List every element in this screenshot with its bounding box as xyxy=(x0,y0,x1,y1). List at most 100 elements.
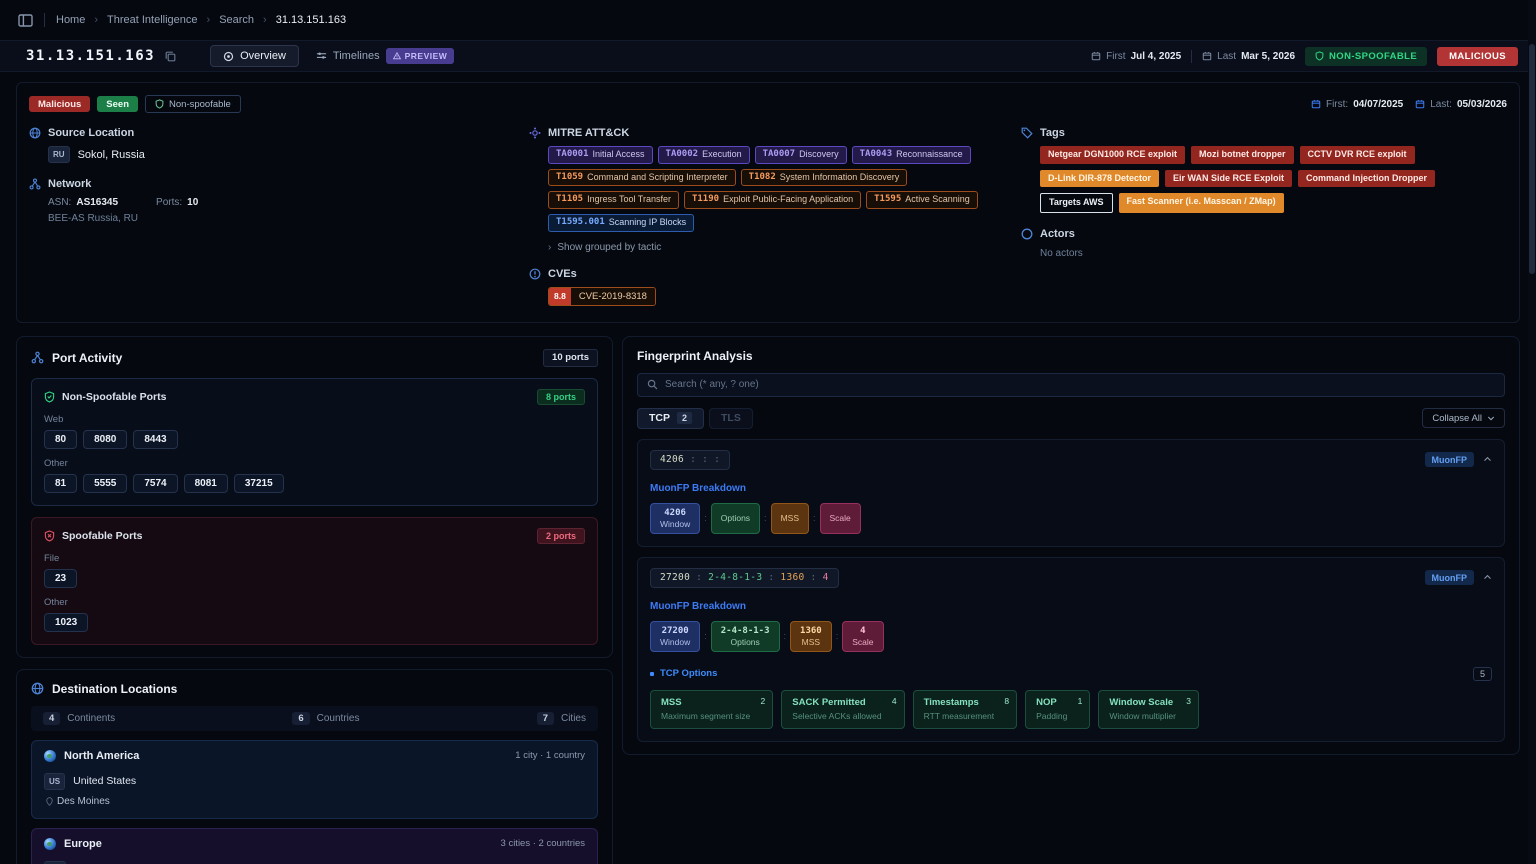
preview-badge: PREVIEW xyxy=(386,48,455,64)
other-port-list: 81 5555 7574 8081 37215 xyxy=(44,474,585,493)
port-group-label: File xyxy=(44,553,585,564)
actors-section: Actors xyxy=(1021,228,1507,240)
tcp-option-count: 8 xyxy=(1004,696,1009,706)
scrollbar-thumb[interactable] xyxy=(1529,44,1535,274)
other-spoof-port-list: 1023 xyxy=(44,613,585,632)
chevron-up-icon[interactable] xyxy=(1483,455,1492,464)
file-port-list: 23 xyxy=(44,569,585,588)
muonfp-badge[interactable]: MuonFP xyxy=(1425,452,1475,467)
mitre-technique-chip[interactable]: T1190 Exploit Public-Facing Application xyxy=(684,191,861,209)
tab-timelines[interactable]: Timelines PREVIEW xyxy=(303,43,467,69)
breakdown-separator: : xyxy=(704,631,707,641)
tcp-option-count: 3 xyxy=(1186,696,1191,706)
cve-pill[interactable]: 8.8 CVE-2019-8318 xyxy=(548,287,656,306)
tag-chip[interactable]: Fast Scanner (i.e. Masscan / ZMap) xyxy=(1119,193,1284,213)
tags-section: Tags xyxy=(1021,127,1507,139)
tab-overview[interactable]: Overview xyxy=(210,45,299,67)
breakdown-separator: : xyxy=(764,513,767,523)
tag-list: Netgear DGN1000 RCE exploit Mozi botnet … xyxy=(1040,146,1460,213)
source-location-value: Sokol, Russia xyxy=(78,149,145,161)
mitre-technique-chip[interactable]: T1059 Command and Scripting Interpreter xyxy=(548,169,736,187)
mitre-technique-chip[interactable]: T1595 Active Scanning xyxy=(866,191,978,209)
port-chip[interactable]: 7574 xyxy=(133,474,177,493)
chevron-right-icon: › xyxy=(263,14,267,26)
muonfp-badge[interactable]: MuonFP xyxy=(1425,570,1475,585)
country-code-badge: RU xyxy=(48,146,70,163)
breadcrumb-threat-intelligence[interactable]: Threat Intelligence xyxy=(107,14,198,26)
tag-chip[interactable]: Mozi botnet dropper xyxy=(1191,146,1294,164)
actor-icon xyxy=(1021,228,1033,240)
port-chip[interactable]: 23 xyxy=(44,569,77,588)
cve-list: 8.8 CVE-2019-8318 xyxy=(548,287,1021,306)
muonfp-breakdown-link[interactable]: MuonFP Breakdown xyxy=(650,601,1492,612)
malicious-badge: MALICIOUS xyxy=(1437,47,1518,66)
breakdown-chip: 4206 Window xyxy=(650,503,700,534)
calendar-icon xyxy=(1311,99,1321,109)
chevron-up-icon[interactable] xyxy=(1483,573,1492,582)
tag-chip[interactable]: Netgear DGN1000 RCE exploit xyxy=(1040,146,1185,164)
view-tabs: Overview Timelines PREVIEW xyxy=(210,43,467,69)
non-spoofable-status-badge: Non-spoofable xyxy=(145,95,241,113)
fingerprint-segment: 4206 xyxy=(660,454,684,465)
asn-value: AS16345 xyxy=(76,197,118,208)
breadcrumb-current-ip: 31.13.151.163 xyxy=(276,14,346,26)
tab-tcp[interactable]: TCP 2 xyxy=(637,408,704,429)
tab-tls[interactable]: TLS xyxy=(709,408,753,429)
tag-chip[interactable]: CCTV DVR RCE exploit xyxy=(1300,146,1415,164)
divider xyxy=(1191,50,1192,63)
breakdown-separator: : xyxy=(784,631,787,641)
warning-icon xyxy=(393,52,401,60)
port-chip[interactable]: 5555 xyxy=(83,474,127,493)
port-chip[interactable]: 8080 xyxy=(83,430,127,449)
copy-icon[interactable] xyxy=(165,51,176,62)
countries-stat: 6 Countries xyxy=(292,712,359,725)
tcp-options-toggle[interactable]: TCP Options xyxy=(650,668,717,679)
mitre-technique-chip[interactable]: T1082 System Information Discovery xyxy=(741,169,908,187)
mitre-technique-chip[interactable]: TA0007 Discovery xyxy=(755,146,847,164)
breadcrumb-home[interactable]: Home xyxy=(56,14,85,26)
country-block: US United States Des Moines xyxy=(44,773,585,807)
tag-chip[interactable]: Eir WAN Side RCE Exploit xyxy=(1165,170,1292,188)
port-chip[interactable]: 37215 xyxy=(234,474,284,493)
tag-icon xyxy=(1021,127,1033,139)
breakdown-separator: : xyxy=(704,513,707,523)
summary-dates: First: 04/07/2025 Last: 05/03/2026 xyxy=(1021,91,1507,117)
fingerprint-search[interactable] xyxy=(637,373,1505,397)
tag-chip[interactable]: D-Link DIR-878 Detector xyxy=(1040,170,1159,188)
port-chip[interactable]: 8081 xyxy=(184,474,228,493)
collapse-all-button[interactable]: Collapse All xyxy=(1422,408,1505,428)
cve-score-badge: 8.8 xyxy=(549,288,571,305)
non-spoofable-badge: NON-SPOOFABLE xyxy=(1305,47,1427,66)
search-input[interactable] xyxy=(665,379,1495,390)
tcp-option-card: Timestamps RTT measurement 8 xyxy=(913,690,1018,729)
port-activity-title: Port Activity xyxy=(52,351,122,365)
mitre-technique-chip[interactable]: T1595.001 Scanning IP Blocks xyxy=(548,214,694,232)
mitre-technique-chip[interactable]: TA0043 Reconnaissance xyxy=(852,146,971,164)
mitre-technique-chip[interactable]: T1105 Ingress Tool Transfer xyxy=(548,191,679,209)
port-chip[interactable]: 8443 xyxy=(133,430,177,449)
mitre-technique-chip[interactable]: TA0002 Execution xyxy=(658,146,750,164)
continent-card-north-america: North America 1 city · 1 country US Unit… xyxy=(31,740,598,819)
port-chip[interactable]: 81 xyxy=(44,474,77,493)
breakdown-chip: Options xyxy=(711,503,760,534)
port-chip[interactable]: 1023 xyxy=(44,613,88,632)
overview-icon xyxy=(223,51,234,62)
divider xyxy=(44,13,45,27)
port-group-label: Web xyxy=(44,414,585,425)
show-grouped-by-tactic-link[interactable]: › Show grouped by tactic xyxy=(548,242,1021,253)
destination-stats: 4 Continents 6 Countries 7 Cities xyxy=(31,706,598,731)
fingerprint-value: 4206 : : : xyxy=(650,450,730,470)
page-scrollbar[interactable] xyxy=(1528,0,1536,864)
breadcrumb-search[interactable]: Search xyxy=(219,14,254,26)
cities-stat: 7 Cities xyxy=(537,712,586,725)
tcp-option-card: Window Scale Window multiplier 3 xyxy=(1098,690,1199,729)
muonfp-breakdown-link[interactable]: MuonFP Breakdown xyxy=(650,483,1492,494)
chevron-right-icon: › xyxy=(548,242,551,253)
tag-chip[interactable]: Targets AWS xyxy=(1040,193,1113,213)
port-chip[interactable]: 80 xyxy=(44,430,77,449)
mitre-technique-chip[interactable]: TA0001 Initial Access xyxy=(548,146,653,164)
city-list: Des Moines xyxy=(44,796,585,807)
sidebar-toggle-icon[interactable] xyxy=(18,14,33,27)
tag-chip[interactable]: Command Injection Dropper xyxy=(1298,170,1435,188)
breakdown-separator: : xyxy=(813,513,816,523)
